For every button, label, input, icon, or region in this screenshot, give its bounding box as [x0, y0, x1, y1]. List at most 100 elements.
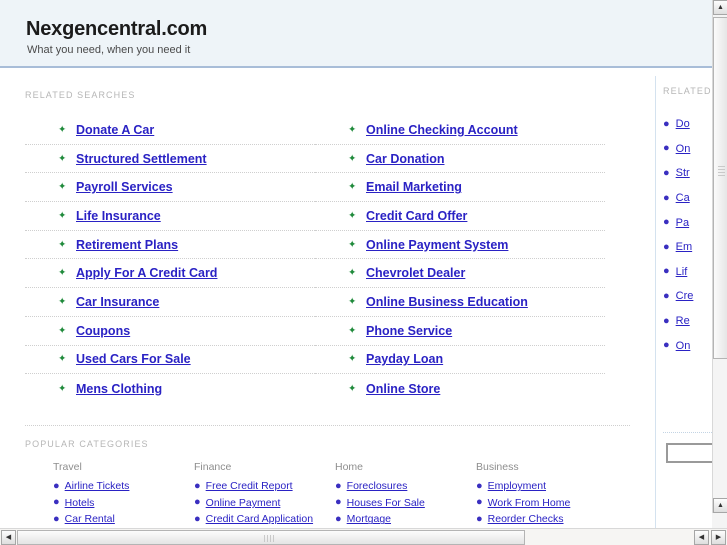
horizontal-scrollbar-thumb[interactable] — [17, 530, 525, 545]
related-search-link[interactable]: Online Checking Account — [366, 123, 518, 137]
list-item[interactable]: ● Airline Tickets — [53, 478, 194, 495]
sidebar-link[interactable]: On — [676, 340, 691, 352]
category-link[interactable]: Hotels — [65, 497, 95, 509]
list-item[interactable]: ● Em — [663, 235, 712, 260]
related-search-row[interactable]: ✦ Online Store — [315, 374, 605, 403]
list-item[interactable]: ● Pa — [663, 210, 712, 235]
sidebar-link[interactable]: Ca — [676, 192, 690, 204]
list-item[interactable]: ● Reorder Checks — [476, 511, 617, 528]
related-search-link[interactable]: Online Business Education — [366, 295, 528, 309]
sidebar-search-input[interactable] — [666, 443, 712, 463]
sidebar-link[interactable]: Do — [676, 118, 690, 130]
sidebar-link[interactable]: On — [676, 143, 691, 155]
list-item[interactable]: ● On — [663, 137, 712, 162]
scroll-up-button-bottom[interactable]: ▲ — [713, 498, 727, 513]
sidebar-link[interactable]: Str — [676, 167, 690, 179]
list-item[interactable]: ● Mortgage — [335, 511, 476, 528]
related-search-link[interactable]: Online Store — [366, 382, 440, 396]
sidebar-link[interactable]: Cre — [676, 290, 694, 302]
related-search-link[interactable]: Mens Clothing — [76, 382, 162, 396]
category-link[interactable]: Credit Card Application — [206, 513, 313, 525]
related-search-row[interactable]: ✦ Credit Card Offer — [315, 202, 605, 231]
related-search-link[interactable]: Used Cars For Sale — [76, 352, 191, 366]
related-search-row[interactable]: ✦ Online Business Education — [315, 288, 605, 317]
related-search-row[interactable]: ✦ Used Cars For Sale — [25, 346, 315, 375]
category-link[interactable]: Airline Tickets — [65, 480, 130, 492]
related-search-link[interactable]: Apply For A Credit Card — [76, 266, 217, 280]
category-link[interactable]: Work From Home — [488, 497, 571, 509]
sidebar-link[interactable]: Lif — [676, 266, 688, 278]
list-item[interactable]: ● Houses For Sale — [335, 495, 476, 512]
related-search-link[interactable]: Coupons — [76, 324, 130, 338]
dot-bullet-icon: ● — [335, 496, 342, 509]
related-search-link[interactable]: Email Marketing — [366, 180, 462, 194]
related-search-link[interactable]: Life Insurance — [76, 209, 161, 223]
scroll-up-button[interactable]: ▲ — [713, 0, 727, 15]
category-link[interactable]: Employment — [488, 480, 546, 492]
sidebar-link[interactable]: Re — [676, 315, 690, 327]
scroll-left-button-right[interactable]: ◀ — [694, 530, 709, 545]
list-item[interactable]: ● Hotels — [53, 495, 194, 512]
related-search-row[interactable]: ✦ Online Checking Account — [315, 116, 605, 145]
vertical-scrollbar-thumb[interactable] — [713, 17, 727, 359]
list-item[interactable]: ● Foreclosures — [335, 478, 476, 495]
list-item[interactable]: ● Car Rental — [53, 511, 194, 528]
related-search-link[interactable]: Credit Card Offer — [366, 209, 467, 223]
related-search-row[interactable]: ✦ Phone Service — [315, 317, 605, 346]
scroll-left-button[interactable]: ◀ — [1, 530, 16, 545]
category-link[interactable]: Foreclosures — [347, 480, 408, 492]
list-item[interactable]: ● Online Payment — [194, 495, 335, 512]
category-title: Travel — [53, 461, 82, 473]
horizontal-scrollbar[interactable]: ◀ ◀ ▶ — [0, 528, 727, 545]
sidebar-link[interactable]: Pa — [676, 217, 689, 229]
list-item[interactable]: ● Work From Home — [476, 495, 617, 512]
related-search-row[interactable]: ✦ Online Payment System — [315, 231, 605, 260]
category-link[interactable]: Car Rental — [65, 513, 115, 525]
related-search-link[interactable]: Phone Service — [366, 324, 452, 338]
category-link[interactable]: Online Payment — [206, 497, 281, 509]
category-link[interactable]: Reorder Checks — [488, 513, 564, 525]
list-item[interactable]: ● Re — [663, 309, 712, 334]
related-search-link[interactable]: Retirement Plans — [76, 238, 178, 252]
related-search-row[interactable]: ✦ Structured Settlement — [25, 145, 315, 174]
related-search-link[interactable]: Donate A Car — [76, 123, 154, 137]
list-item[interactable]: ● Cre — [663, 284, 712, 309]
list-item[interactable]: ● Str — [663, 161, 712, 186]
category-link-list: ● Employment ● Work From Home ● Reorder … — [476, 478, 617, 528]
related-search-row[interactable]: ✦ Life Insurance — [25, 202, 315, 231]
category-link-list: ● Free Credit Report ● Online Payment ● … — [194, 478, 335, 528]
list-item[interactable]: ● On — [663, 333, 712, 358]
related-searches-column-right: ✦ Online Checking Account ✦ Car Donation… — [315, 116, 605, 403]
related-search-row[interactable]: ✦ Mens Clothing — [25, 374, 315, 403]
category-link[interactable]: Houses For Sale — [347, 497, 425, 509]
list-item[interactable]: ● Ca — [663, 186, 712, 211]
related-search-row[interactable]: ✦ Donate A Car — [25, 116, 315, 145]
related-search-link[interactable]: Payday Loan — [366, 352, 443, 366]
related-search-row[interactable]: ✦ Apply For A Credit Card — [25, 259, 315, 289]
related-search-row[interactable]: ✦ Retirement Plans — [25, 231, 315, 260]
related-search-row[interactable]: ✦ Payroll Services — [25, 173, 315, 203]
related-search-row[interactable]: ✦ Payday Loan — [315, 346, 605, 375]
related-search-row[interactable]: ✦ Chevrolet Dealer — [315, 259, 605, 289]
related-search-row[interactable]: ✦ Email Marketing — [315, 173, 605, 203]
scroll-right-button[interactable]: ▶ — [711, 530, 726, 545]
list-item[interactable]: ● Lif — [663, 260, 712, 285]
related-search-link[interactable]: Payroll Services — [76, 180, 173, 194]
list-item[interactable]: ● Employment — [476, 478, 617, 495]
list-item[interactable]: ● Free Credit Report — [194, 478, 335, 495]
category-link[interactable]: Mortgage — [347, 513, 391, 525]
list-item[interactable]: ● Credit Card Application — [194, 511, 335, 528]
related-search-link[interactable]: Car Donation — [366, 152, 444, 166]
list-item[interactable]: ● Do — [663, 112, 712, 137]
related-search-link[interactable]: Car Insurance — [76, 295, 159, 309]
related-search-row[interactable]: ✦ Car Insurance — [25, 288, 315, 317]
related-search-link[interactable]: Structured Settlement — [76, 152, 207, 166]
vertical-scrollbar[interactable]: ▲ ▲ ▼ — [712, 0, 727, 528]
sidebar-link[interactable]: Em — [676, 241, 693, 253]
arrow-bullet-icon: ✦ — [348, 353, 357, 365]
related-search-row[interactable]: ✦ Car Donation — [315, 145, 605, 174]
related-search-link[interactable]: Online Payment System — [366, 238, 508, 252]
related-search-link[interactable]: Chevrolet Dealer — [366, 266, 465, 280]
category-link[interactable]: Free Credit Report — [206, 480, 293, 492]
related-search-row[interactable]: ✦ Coupons — [25, 317, 315, 346]
